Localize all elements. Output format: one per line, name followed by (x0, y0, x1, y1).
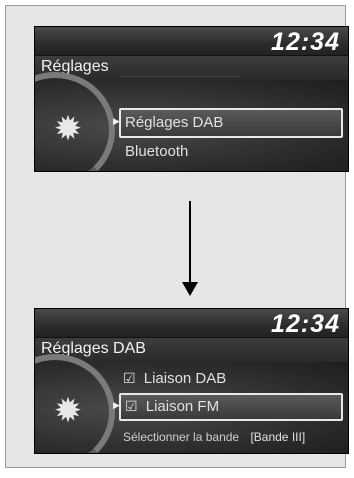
dab-settings-screen: 12:34 Réglages DAB ✹ ☑ Liaison DAB ▶ ☑ L… (34, 308, 349, 454)
menu-item-band-select[interactable]: Sélectionner la bande [Bande III] (123, 430, 305, 444)
menu-item-label: Bluetooth (125, 143, 189, 160)
status-bar: 12:34 (35, 27, 348, 56)
illustration-panel: 12:34 Réglages ✹ ▶ Réglages DAB Bluetoot… (5, 5, 349, 468)
gear-icon: ✹ (53, 110, 83, 148)
previous-item-hint (120, 76, 240, 81)
clock: 12:34 (271, 310, 340, 338)
band-value: [Bande III] (250, 430, 306, 444)
status-bar: 12:34 (35, 309, 348, 338)
menu-item-label: Liaison DAB (143, 370, 227, 387)
menu-item-fm-link[interactable]: ☑ Liaison FM (119, 393, 343, 421)
menu-item-bluetooth[interactable]: Bluetooth (125, 143, 188, 160)
menu-item-dab-settings[interactable]: Réglages DAB (119, 108, 343, 138)
menu-area: ✹ ▶ Réglages DAB Bluetooth (35, 72, 348, 171)
menu-item-label: Réglages DAB (125, 114, 224, 131)
gear-icon: ✹ (53, 392, 83, 430)
menu-item-dab-link[interactable]: ☑ Liaison DAB (123, 370, 226, 387)
menu-item-label: Liaison FM (145, 398, 220, 415)
checkbox-checked-icon[interactable]: ☑ (123, 370, 136, 386)
menu-item-label: Sélectionner la bande (123, 430, 240, 444)
down-arrow-icon (189, 201, 191, 289)
title-bar: Réglages DAB (35, 337, 348, 363)
down-arrow-head (182, 282, 198, 296)
menu-area: ✹ ☑ Liaison DAB ▶ ☑ Liaison FM Sélection… (35, 354, 348, 453)
clock: 12:34 (271, 28, 340, 56)
checkbox-checked-icon[interactable]: ☑ (125, 398, 138, 414)
settings-screen: 12:34 Réglages ✹ ▶ Réglages DAB Bluetoot… (34, 26, 349, 172)
